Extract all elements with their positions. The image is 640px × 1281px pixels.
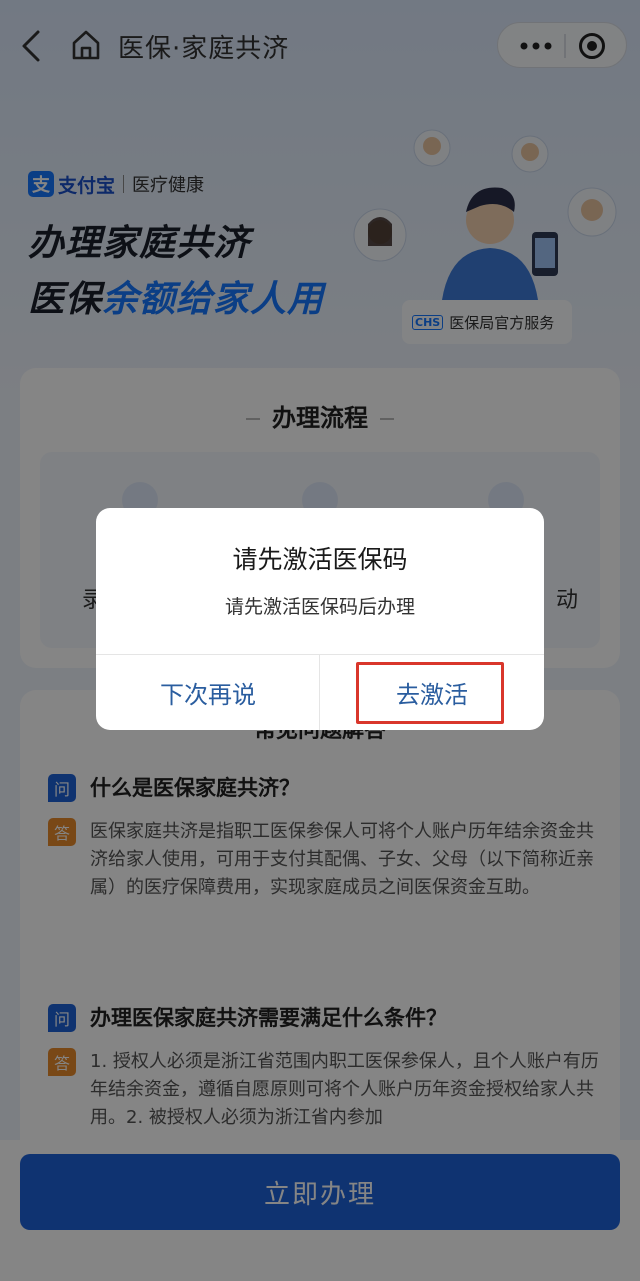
activate-button[interactable]: 去激活 [320,654,544,730]
activate-code-dialog: 请先激活医保码 请先激活医保码后办理 下次再说 去激活 [96,508,544,730]
dialog-message: 请先激活医保码后办理 [224,596,415,618]
later-button[interactable]: 下次再说 [96,654,320,730]
activate-button-label: 去激活 [396,680,468,709]
dialog-title: 请先激活医保码 [232,545,408,574]
